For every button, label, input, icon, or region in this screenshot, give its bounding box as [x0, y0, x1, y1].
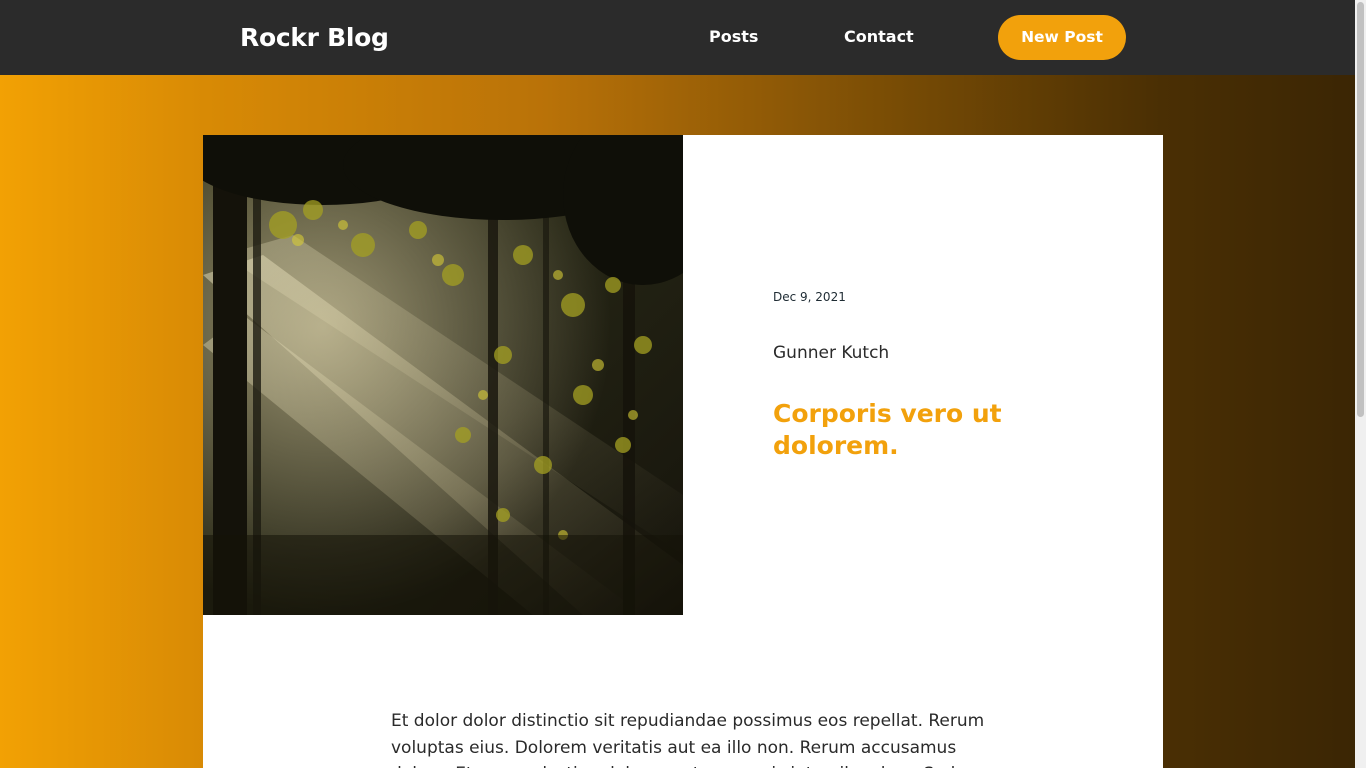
site-header: Rockr Blog Posts Contact New Post	[0, 0, 1355, 75]
nav-link-contact[interactable]: Contact	[844, 26, 914, 48]
post-author: Gunner Kutch	[773, 343, 890, 363]
new-post-button[interactable]: New Post	[998, 15, 1126, 60]
forest-photo-icon	[203, 135, 683, 615]
page-scrollbar[interactable]	[1355, 0, 1366, 768]
post-date: Dec 9, 2021	[773, 290, 846, 304]
nav-link-posts[interactable]: Posts	[709, 26, 758, 48]
post-card: Dec 9, 2021 Gunner Kutch Corporis vero u…	[203, 135, 1163, 768]
post-body: Et dolor dolor distinctio sit repudianda…	[391, 711, 985, 768]
post-title: Corporis vero ut dolorem.	[773, 399, 1002, 460]
scrollbar-thumb[interactable]	[1357, 2, 1364, 417]
site-logo[interactable]: Rockr Blog	[240, 21, 389, 55]
post-hero-image	[203, 135, 683, 615]
